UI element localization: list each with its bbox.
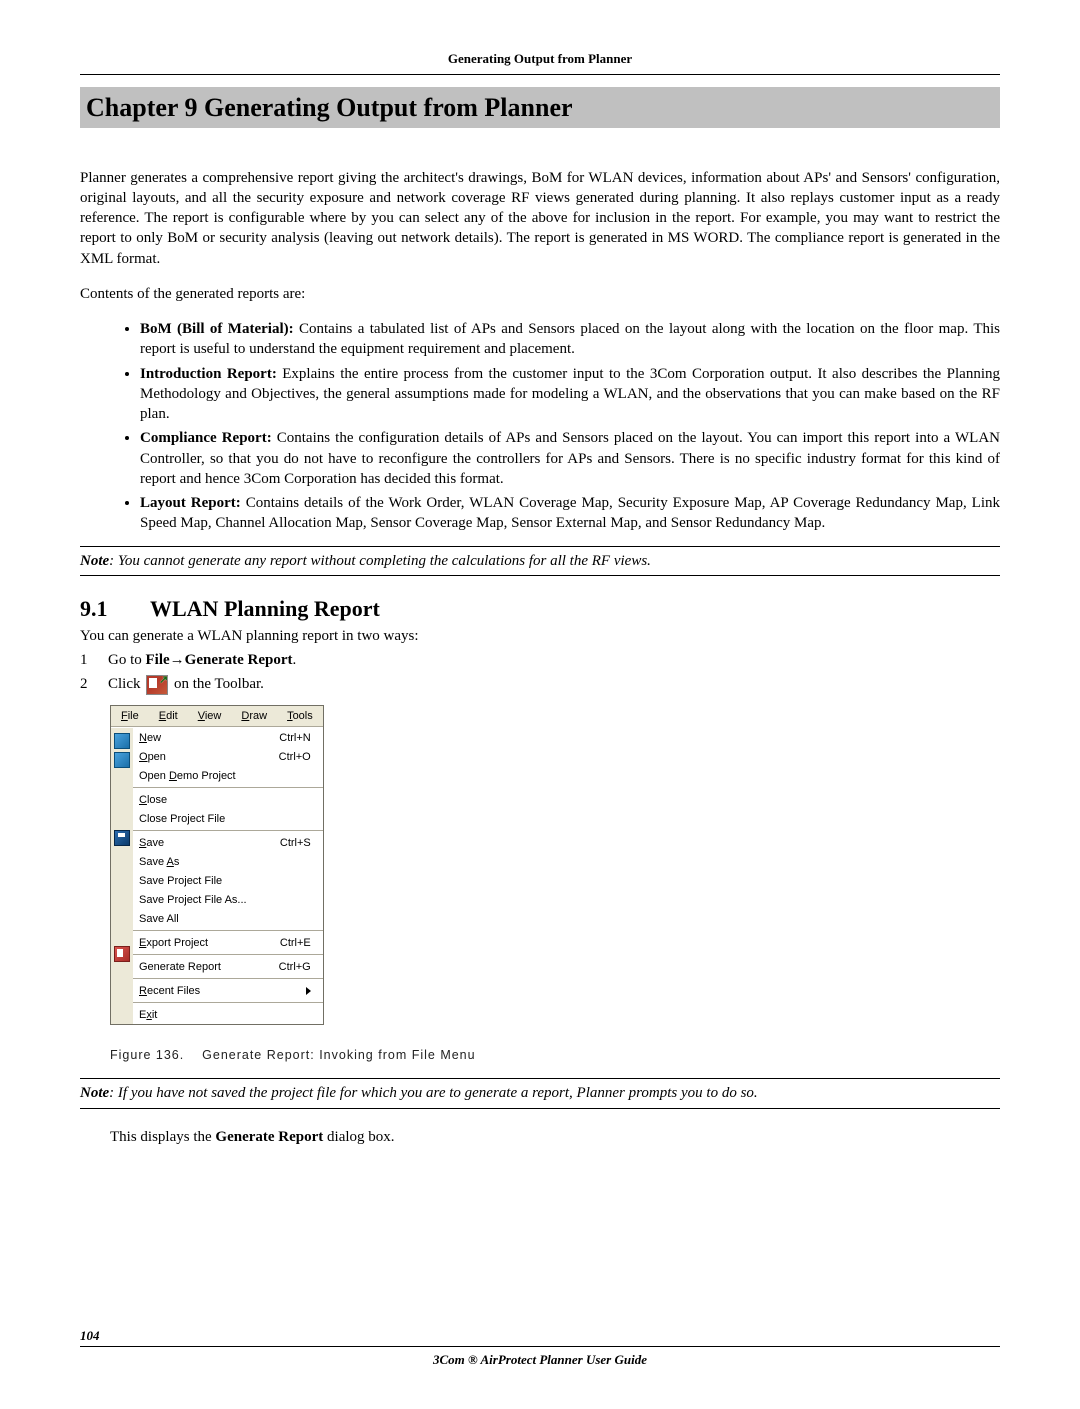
generate-report-toolbar-icon (146, 675, 168, 695)
menuitem-open[interactable]: OpenCtrl+O (133, 747, 323, 766)
menuitem-save-project-file-as[interactable]: Save Project File As... (133, 890, 323, 909)
menuitem-exit[interactable]: Exit (133, 1005, 323, 1024)
section-title: WLAN Planning Report (150, 596, 380, 621)
menubar: File Edit View Draw Tools (111, 706, 323, 728)
save-icon (114, 830, 130, 846)
note-calc: Note: You cannot generate any report wit… (80, 546, 1000, 576)
list-item: BoM (Bill of Material): Contains a tabul… (140, 319, 1000, 360)
note-text-2: : If you have not saved the project file… (109, 1085, 758, 1101)
menuitem-open-demo[interactable]: Open Demo Project (133, 766, 323, 785)
layout-label: Layout Report: (140, 495, 241, 511)
figure-number: Figure 136. (110, 1048, 184, 1062)
menuitem-generate-report[interactable]: Generate ReportCtrl+G (133, 957, 323, 976)
step-1-num: 1 (80, 650, 108, 670)
intro-report-label: Introduction Report: (140, 366, 277, 382)
menu-edit[interactable]: Edit (149, 706, 188, 727)
step-1-body: Go to File→Generate Report. (108, 650, 1000, 670)
figure-caption-text: Generate Report: Invoking from File Menu (202, 1048, 475, 1062)
menuitem-new[interactable]: NewCtrl+N (133, 728, 323, 747)
step-1-suffix: . (293, 652, 297, 668)
running-header: Generating Output from Planner (80, 50, 1000, 68)
figure-caption: Figure 136. Generate Report: Invoking fr… (110, 1047, 1000, 1064)
rule-bottom (80, 1346, 1000, 1347)
layout-text: Contains details of the Work Order, WLAN… (140, 495, 1000, 531)
two-ways-line: You can generate a WLAN planning report … (80, 626, 1000, 646)
step-1-generate-report: Generate Report (185, 652, 293, 668)
section-number: 9.1 (80, 594, 150, 624)
bom-label: BoM (Bill of Material): (140, 321, 294, 337)
step-1-prefix: Go to (108, 652, 146, 668)
step-2-body: Click on the Toolbar. (108, 674, 1000, 695)
menuitem-save-project-file[interactable]: Save Project File (133, 871, 323, 890)
note-save: Note: If you have not saved the project … (80, 1078, 1000, 1108)
step-1: 1 Go to File→Generate Report. (80, 650, 1000, 670)
display-prefix: This displays the (110, 1129, 215, 1145)
step-2: 2 Click on the Toolbar. (80, 674, 1000, 695)
step-1-file: File (146, 652, 170, 668)
intro-paragraph: Planner generates a comprehensive report… (80, 168, 1000, 269)
chapter-title: Chapter 9 Generating Output from Planner (80, 87, 1000, 128)
open-icon (114, 752, 130, 768)
note-text: : You cannot generate any report without… (109, 553, 651, 569)
compliance-label: Compliance Report: (140, 430, 272, 446)
file-dropdown: NewCtrl+N OpenCtrl+O Open Demo Project C… (111, 727, 323, 1024)
report-list: BoM (Bill of Material): Contains a tabul… (120, 319, 1000, 534)
menuitem-save-all[interactable]: Save All (133, 909, 323, 928)
submenu-arrow-icon (306, 987, 311, 995)
menuitem-save-as[interactable]: Save As (133, 852, 323, 871)
menu-draw[interactable]: Draw (231, 706, 277, 727)
menuitem-export-project[interactable]: Export ProjectCtrl+E (133, 933, 323, 952)
menuitem-save[interactable]: SaveCtrl+S (133, 833, 323, 852)
display-bold: Generate Report (215, 1129, 323, 1145)
menu-view[interactable]: View (188, 706, 232, 727)
section-heading: 9.1WLAN Planning Report (80, 594, 1000, 624)
note-label: Note (80, 553, 109, 569)
menuitem-close-project-file[interactable]: Close Project File (133, 809, 323, 828)
list-item: Compliance Report: Contains the configur… (140, 428, 1000, 489)
menu-file[interactable]: File (111, 706, 149, 727)
file-menu-screenshot: File Edit View Draw Tools (110, 705, 324, 1026)
icon-gutter (111, 728, 133, 1024)
list-item: Layout Report: Contains details of the W… (140, 493, 1000, 534)
generate-report-icon (114, 946, 130, 962)
footer-title: 3Com ® AirProtect Planner User Guide (80, 1351, 1000, 1369)
contents-intro: Contents of the generated reports are: (80, 284, 1000, 304)
menuitem-recent-files[interactable]: Recent Files (133, 981, 323, 1000)
rule-top (80, 74, 1000, 75)
step-2-num: 2 (80, 674, 108, 695)
arrow-icon: → (170, 652, 185, 668)
note-label-2: Note (80, 1085, 109, 1101)
step-2-prefix: Click (108, 676, 144, 692)
step-2-suffix: on the Toolbar. (170, 676, 264, 692)
menuitem-close[interactable]: Close (133, 790, 323, 809)
new-icon (114, 733, 130, 749)
list-item: Introduction Report: Explains the entire… (140, 364, 1000, 425)
dropdown-items: NewCtrl+N OpenCtrl+O Open Demo Project C… (133, 728, 323, 1024)
display-suffix: dialog box. (323, 1129, 394, 1145)
menu-tools[interactable]: Tools (277, 706, 323, 727)
display-line: This displays the Generate Report dialog… (110, 1127, 1000, 1147)
page-number: 104 (80, 1327, 1000, 1345)
